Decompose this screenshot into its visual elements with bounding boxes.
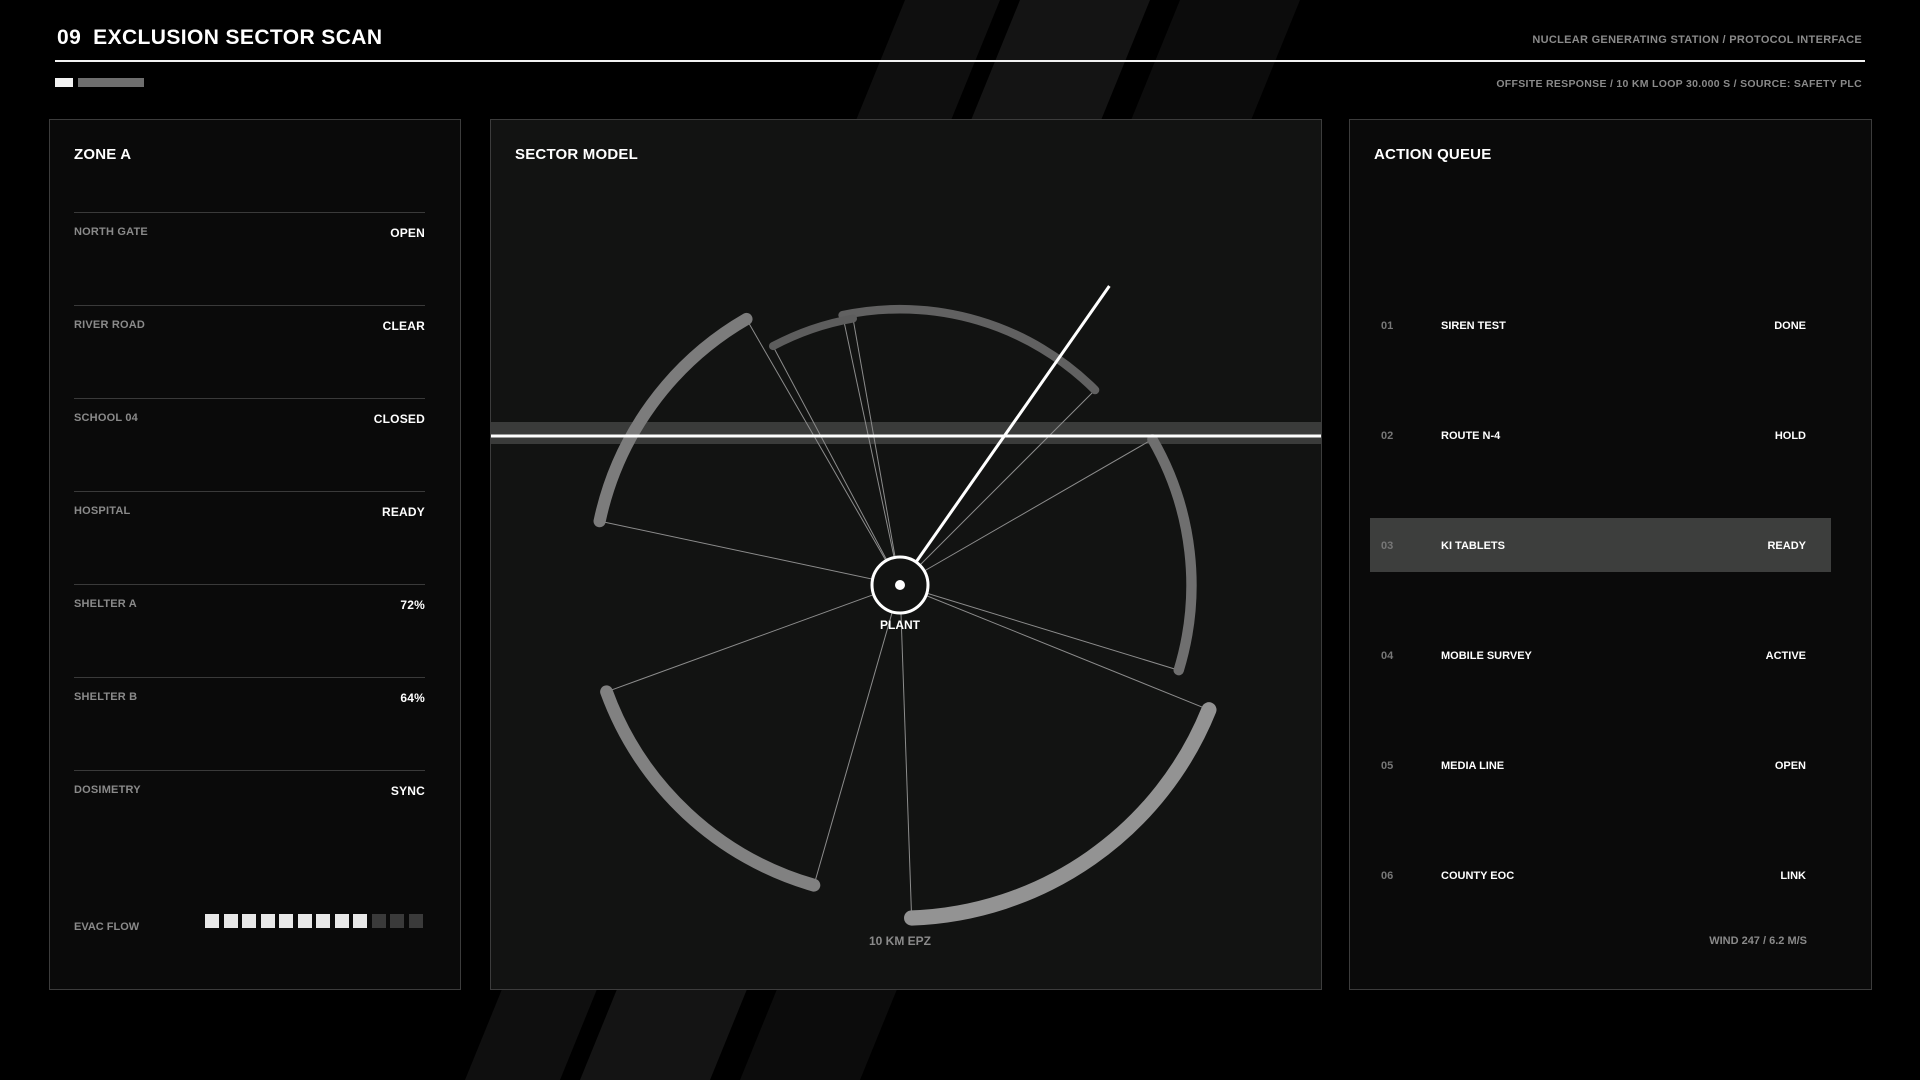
queue-item-status: ACTIVE: [1765, 650, 1806, 662]
queue-item[interactable]: 01 SIREN TEST DONE: [1370, 298, 1831, 352]
queue-item-label: MEDIA LINE: [1441, 760, 1505, 772]
sector-arc: [1147, 434, 1197, 676]
queue-item[interactable]: 03 KI TABLETS READY: [1370, 518, 1831, 572]
sector-spoke: [899, 438, 1153, 586]
queue-item-label: KI TABLETS: [1441, 540, 1505, 552]
zone-row: HOSPITAL READY: [74, 399, 425, 519]
page-indicator-active[interactable]: [55, 78, 73, 87]
page-title: 09 EXCLUSION SECTOR SCAN: [57, 26, 382, 50]
evac-cell-empty: [371, 914, 386, 928]
sector-arc: [768, 314, 858, 351]
queue-item-number: 04: [1381, 650, 1394, 662]
queue-item-number: 06: [1381, 870, 1394, 882]
queue-item-status: LINK: [1780, 870, 1806, 882]
zone-row: DOSIMETRY SYNC: [74, 678, 425, 798]
queue-item-label: SIREN TEST: [1441, 320, 1506, 332]
zone-row: SCHOOL 04 CLOSED: [74, 306, 425, 426]
evac-cell-filled: [353, 914, 367, 928]
evac-cell-filled: [334, 914, 349, 928]
scan-band: [491, 422, 1321, 444]
sector-spoke: [842, 315, 901, 586]
epz-ring-label: 10 KM EPZ: [869, 934, 931, 948]
sector-panel: PLANT 10 KM EPZ SECTOR MODEL: [490, 119, 1322, 990]
page-indicator-inactive[interactable]: [78, 78, 144, 87]
sector-arc: [593, 312, 753, 528]
sector-spoke: [606, 584, 901, 693]
queue-item-number: 02: [1381, 430, 1394, 442]
response-info: OFFSITE RESPONSE / 10 KM LOOP 30.000 S /…: [1496, 78, 1862, 90]
sector-spoke: [899, 389, 1096, 586]
queue-item-status: DONE: [1774, 320, 1806, 332]
sector-spoke: [899, 584, 913, 918]
sector-arc: [600, 685, 821, 892]
queue-item[interactable]: 02 ROUTE N-4 HOLD: [1370, 408, 1831, 462]
queue-item-status: HOLD: [1774, 430, 1806, 442]
queue-item-label: COUNTY EOC: [1441, 870, 1515, 882]
zone-panel: ZONE A NORTH GATE OPEN RIVER ROAD CLEAR SCHO…: [49, 119, 461, 990]
sector-arc: [838, 304, 1100, 395]
zone-row-value: SYNC: [390, 784, 425, 798]
zone-row: SHELTER B 64%: [74, 585, 425, 705]
queue-panel: ACTION QUEUE 01 SIREN TEST DONE 02 ROUTE N-4…: [1349, 119, 1872, 990]
queue-item-status: OPEN: [1774, 760, 1806, 772]
queue-item-number: 01: [1381, 320, 1394, 332]
queue-item-label: MOBILE SURVEY: [1441, 650, 1532, 662]
zone-row-label: DOSIMETRY: [74, 784, 141, 796]
evac-cell-filled: [260, 914, 275, 928]
page-number: 09: [57, 26, 82, 49]
plant-label: PLANT: [880, 618, 921, 632]
evac-cell-filled: [316, 914, 330, 928]
sector-arc: [904, 702, 1217, 926]
header-divider: [55, 60, 1865, 62]
zone-row: SHELTER A 72%: [74, 492, 425, 612]
evac-cell-filled: [223, 914, 238, 928]
queue-item[interactable]: 06 COUNTY EOC LINK: [1370, 848, 1831, 902]
sector-spoke: [899, 584, 1210, 711]
queue-title: ACTION QUEUE: [1374, 146, 1492, 163]
sector-spoke: [599, 520, 901, 586]
evac-cell-filled: [205, 914, 219, 928]
plant-center-dot: [895, 580, 905, 590]
screen: 09 EXCLUSION SECTOR SCAN NUCLEAR GENERATI…: [0, 0, 1920, 1080]
queue-item-number: 03: [1381, 540, 1394, 552]
evac-cell-filled: [279, 914, 293, 928]
sector-title: SECTOR MODEL: [515, 146, 638, 163]
queue-item[interactable]: 05 MEDIA LINE OPEN: [1370, 738, 1831, 792]
queue-item[interactable]: 04 MOBILE SURVEY ACTIVE: [1370, 628, 1831, 682]
page-title-text: EXCLUSION SECTOR SCAN: [93, 26, 383, 49]
evac-flow-label: EVAC FLOW: [74, 921, 140, 933]
system-label: NUCLEAR GENERATING STATION / PROTOCOL IN…: [1532, 34, 1862, 46]
evac-cell-filled: [297, 914, 312, 928]
evac-cell-empty: [408, 914, 423, 928]
sector-model-graphic: PLANT 10 KM EPZ: [491, 285, 1321, 948]
queue-item-number: 05: [1381, 760, 1394, 772]
sector-spoke: [899, 584, 1179, 671]
evac-flow-meter: [205, 914, 427, 929]
evac-cell-filled: [242, 914, 256, 928]
sector-spoke: [772, 345, 901, 586]
zone-row: NORTH GATE OPEN: [74, 120, 425, 240]
queue-item-status: READY: [1767, 540, 1806, 552]
evac-cell-empty: [390, 914, 404, 928]
zone-row: RIVER ROAD CLEAR: [74, 213, 425, 333]
wind-readout: WIND 247 / 6.2 M/S: [1709, 935, 1807, 947]
queue-item-label: ROUTE N-4: [1441, 430, 1501, 442]
